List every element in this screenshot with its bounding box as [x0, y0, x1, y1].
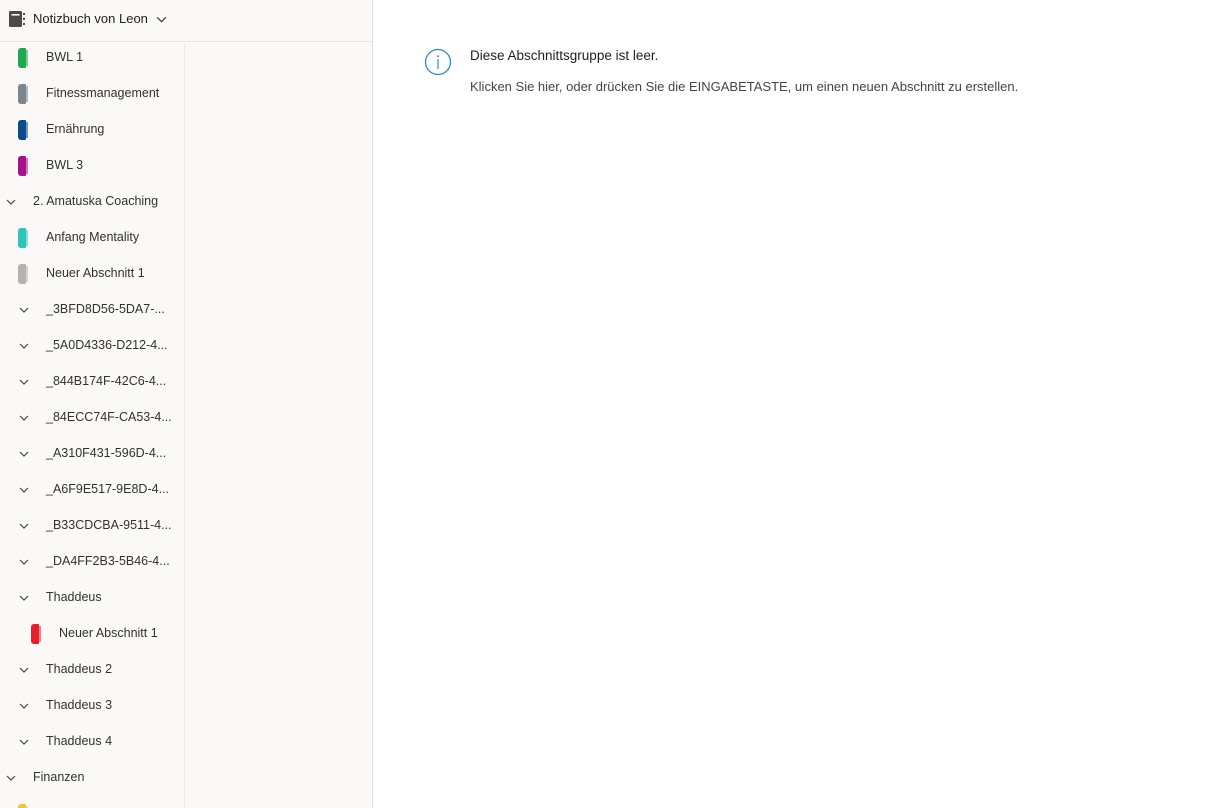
section-group-label: _844B174F-42C6-4...	[46, 374, 167, 388]
section-group-label: _A6F9E517-9E8D-4...	[46, 482, 169, 496]
section-group-label: Thaddeus	[46, 590, 102, 604]
section-tab[interactable]: Ernährung	[0, 112, 184, 148]
section-group-label: _A310F431-596D-4...	[46, 446, 167, 460]
section-group-label: _3BFD8D56-5DA7-...	[46, 302, 165, 316]
section-group[interactable]: 2. Amatuska Coaching	[0, 184, 184, 220]
section-color-tab	[31, 624, 41, 644]
chevron-down-icon[interactable]	[19, 341, 29, 351]
chevron-down-icon[interactable]	[19, 413, 29, 423]
chevron-down-icon[interactable]	[19, 305, 29, 315]
section-group[interactable]: Thaddeus 2	[0, 652, 184, 688]
section-label: Fitnessmanagement	[46, 86, 160, 100]
section-group[interactable]: _5A0D4336-D212-4...	[0, 328, 184, 364]
section-group[interactable]: _844B174F-42C6-4...	[0, 364, 184, 400]
section-color-tab	[18, 48, 28, 68]
section-group[interactable]: _84ECC74F-CA53-4...	[0, 400, 184, 436]
chevron-down-icon[interactable]	[19, 377, 29, 387]
section-group-label: 2. Amatuska Coaching	[33, 194, 159, 208]
section-group[interactable]: _3BFD8D56-5DA7-...	[0, 292, 184, 328]
section-label: BWL 3	[46, 158, 84, 172]
create-section-hint[interactable]: Klicken Sie hier, oder drücken Sie die E…	[470, 79, 1018, 94]
section-tab[interactable]: Neuer Abschnitt 1	[0, 256, 184, 292]
section-label: Neuer Abschnitt 1	[46, 266, 145, 280]
section-group-label: _5A0D4336-D212-4...	[46, 338, 168, 352]
page-list-area	[374, 0, 1221, 808]
section-group-label: _84ECC74F-CA53-4...	[46, 410, 172, 424]
chevron-down-icon[interactable]	[6, 197, 16, 207]
section-group[interactable]: _A310F431-596D-4...	[0, 436, 184, 472]
chevron-down-icon[interactable]	[19, 593, 29, 603]
section-group[interactable]: _B33CDCBA-9511-4...	[0, 508, 184, 544]
section-tab[interactable]: BWL 1	[0, 43, 184, 76]
section-color-tab	[18, 156, 28, 176]
notebook-icon	[9, 11, 25, 27]
section-group[interactable]: _DA4FF2B3-5B46-4...	[0, 544, 184, 580]
section-tab[interactable]: Anfang Mentality	[0, 220, 184, 256]
section-tab[interactable]: Fitnessmanagement	[0, 76, 184, 112]
empty-group-title: Diese Abschnittsgruppe ist leer.	[470, 48, 659, 63]
section-group-label: Finanzen	[33, 770, 85, 784]
section-label: Anfang Mentality	[46, 230, 140, 244]
navigation-pane: Notizbuch von Leon BWL 1 Fitnessmanagemen…	[0, 0, 373, 808]
section-list: BWL 1 Fitnessmanagement Ernährung BWL 3 2. A…	[0, 43, 185, 808]
section-label: Ernährung	[46, 122, 105, 136]
section-group-label: _B33CDCBA-9511-4...	[46, 518, 172, 532]
info-icon	[424, 48, 452, 76]
section-label: Neuer Abschnitt 1	[59, 626, 158, 640]
chevron-down-icon[interactable]	[19, 701, 29, 711]
section-tab[interactable]: Neuer Abschnitt 1	[0, 616, 184, 652]
section-group[interactable]: Thaddeus	[0, 580, 184, 616]
section-group-label: Thaddeus 3	[46, 698, 113, 712]
section-color-tab	[18, 84, 28, 104]
section-color-tab	[18, 120, 28, 140]
section-label: BWL 1	[46, 50, 84, 64]
section-color-tab	[18, 228, 28, 248]
section-tab[interactable]	[0, 796, 184, 808]
chevron-down-icon[interactable]	[19, 449, 29, 459]
section-group[interactable]: Thaddeus 4	[0, 724, 184, 760]
section-tab[interactable]: BWL 3	[0, 148, 184, 184]
chevron-down-icon[interactable]	[19, 665, 29, 675]
chevron-down-icon[interactable]	[19, 737, 29, 747]
section-color-tab	[18, 264, 28, 284]
chevron-down-icon[interactable]	[6, 773, 16, 783]
section-group-label: Thaddeus 2	[46, 662, 113, 676]
notebook-title: Notizbuch von Leon	[33, 11, 148, 26]
chevron-down-icon[interactable]	[19, 485, 29, 495]
chevron-down-icon[interactable]	[19, 557, 29, 567]
section-group[interactable]: _A6F9E517-9E8D-4...	[0, 472, 184, 508]
chevron-down-icon[interactable]	[156, 14, 167, 25]
section-group[interactable]: Thaddeus 3	[0, 688, 184, 724]
section-group-label: Thaddeus 4	[46, 734, 113, 748]
notebook-switcher[interactable]: Notizbuch von Leon	[0, 0, 372, 42]
section-group-label: _DA4FF2B3-5B46-4...	[46, 554, 170, 568]
chevron-down-icon[interactable]	[19, 521, 29, 531]
section-group[interactable]: Finanzen	[0, 760, 184, 796]
section-color-tab	[18, 804, 28, 808]
